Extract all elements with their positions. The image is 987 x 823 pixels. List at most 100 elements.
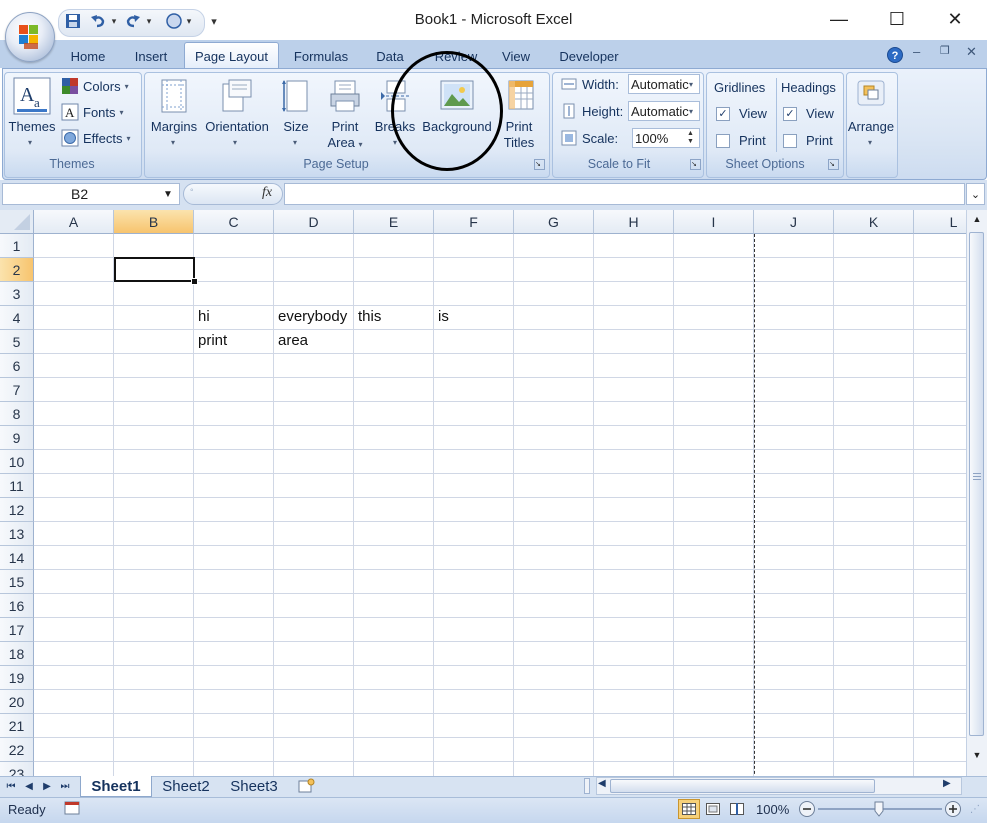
- print-area-button[interactable]: [328, 78, 362, 114]
- row-header-13[interactable]: 13: [0, 522, 34, 546]
- column-header-K[interactable]: K: [834, 210, 914, 234]
- zoom-out-button[interactable]: [798, 800, 816, 818]
- cell-D4[interactable]: everybody: [278, 308, 347, 325]
- page-setup-dialog-launcher[interactable]: ↘: [534, 159, 545, 170]
- column-header-D[interactable]: D: [274, 210, 354, 234]
- column-header-F[interactable]: F: [434, 210, 514, 234]
- width-select[interactable]: Automatic ▾: [628, 74, 700, 94]
- print-area-label[interactable]: Print Area ▾: [322, 119, 368, 153]
- formula-bar-grip-icon[interactable]: ◦: [190, 185, 194, 196]
- sheet-tab-sheet2[interactable]: Sheet2: [156, 776, 216, 796]
- background-label[interactable]: Background: [420, 119, 494, 135]
- row-header-23[interactable]: 23: [0, 762, 34, 776]
- tab-home[interactable]: Home: [62, 45, 114, 67]
- maximize-button[interactable]: ☐: [875, 6, 919, 32]
- column-header-G[interactable]: G: [514, 210, 594, 234]
- column-header-E[interactable]: E: [354, 210, 434, 234]
- first-sheet-button[interactable]: ⏮: [4, 777, 18, 795]
- row-header-8[interactable]: 8: [0, 402, 34, 426]
- tab-view[interactable]: View: [496, 45, 536, 67]
- vertical-scrollbar[interactable]: ▲ ▼: [966, 210, 987, 776]
- scale-spinner[interactable]: 100% ▲ ▼: [632, 128, 700, 148]
- formula-input[interactable]: [284, 183, 965, 205]
- column-header-L[interactable]: L: [914, 210, 966, 234]
- row-header-6[interactable]: 6: [0, 354, 34, 378]
- arrange-button[interactable]: [855, 78, 887, 108]
- cell-F4[interactable]: is: [438, 308, 449, 325]
- sheet-tab-sheet1[interactable]: Sheet1: [80, 776, 152, 797]
- row-header-5[interactable]: 5: [0, 330, 34, 354]
- column-header-A[interactable]: A: [34, 210, 114, 234]
- row-header-19[interactable]: 19: [0, 666, 34, 690]
- worksheet-grid[interactable]: ABCDEFGHIJKL 1 2 3 4 5 6 7 8 9 10 11 12 13 14 15 16 17 18…: [0, 210, 966, 776]
- minimize-button[interactable]: —: [817, 6, 861, 32]
- fonts-button[interactable]: A Fonts ▾: [61, 102, 135, 122]
- row-header-1[interactable]: 1: [0, 234, 34, 258]
- colors-button[interactable]: Colors ▾: [61, 76, 135, 96]
- tab-data[interactable]: Data: [370, 45, 410, 67]
- print-titles-label[interactable]: Print Titles: [498, 119, 540, 151]
- orientation-label[interactable]: Orientation: [202, 119, 272, 135]
- tab-split-handle[interactable]: [584, 778, 590, 794]
- row-header-12[interactable]: 12: [0, 498, 34, 522]
- ribbon-minimize-button[interactable]: –: [913, 44, 929, 62]
- margins-button[interactable]: [158, 78, 190, 114]
- row-header-4[interactable]: 4: [0, 306, 34, 330]
- fill-handle[interactable]: [191, 278, 198, 285]
- scroll-left-icon[interactable]: ◀: [598, 778, 606, 789]
- scroll-down-icon[interactable]: ▼: [970, 750, 984, 764]
- row-header-2[interactable]: 2: [0, 258, 34, 282]
- tab-insert[interactable]: Insert: [128, 45, 174, 67]
- row-header-20[interactable]: 20: [0, 690, 34, 714]
- row-header-21[interactable]: 21: [0, 714, 34, 738]
- cell-E4[interactable]: this: [358, 308, 381, 325]
- close-button[interactable]: ✕: [933, 6, 977, 32]
- resize-grip-icon[interactable]: ⋰: [970, 804, 980, 815]
- zoom-in-button[interactable]: [944, 800, 962, 818]
- breaks-button[interactable]: [378, 78, 412, 114]
- height-select[interactable]: Automatic ▾: [628, 101, 700, 121]
- ribbon-restore-button[interactable]: ❐: [940, 44, 956, 62]
- insert-function-button[interactable]: fx: [262, 185, 272, 201]
- print-titles-button[interactable]: [502, 78, 536, 114]
- row-header-7[interactable]: 7: [0, 378, 34, 402]
- row-header-14[interactable]: 14: [0, 546, 34, 570]
- expand-formula-bar-button[interactable]: ⌄: [966, 183, 985, 205]
- row-header-11[interactable]: 11: [0, 474, 34, 498]
- sheet-tab-sheet3[interactable]: Sheet3: [224, 776, 284, 796]
- vertical-scroll-thumb[interactable]: [969, 232, 984, 736]
- column-header-H[interactable]: H: [594, 210, 674, 234]
- cell-C4[interactable]: hi: [198, 308, 210, 325]
- headings-print-checkbox[interactable]: Print: [783, 133, 833, 148]
- tab-review[interactable]: Review: [428, 45, 484, 67]
- column-header-B[interactable]: B: [114, 210, 194, 234]
- scroll-up-icon[interactable]: ▲: [970, 214, 984, 228]
- gridlines-print-checkbox[interactable]: Print: [716, 133, 766, 148]
- row-header-15[interactable]: 15: [0, 570, 34, 594]
- scroll-right-icon[interactable]: ▶: [943, 778, 951, 789]
- help-button[interactable]: ?: [886, 46, 904, 64]
- next-sheet-button[interactable]: ▶: [40, 777, 54, 795]
- workbook-close-button[interactable]: ✕: [966, 44, 982, 62]
- page-layout-view-button[interactable]: [702, 799, 724, 819]
- last-sheet-button[interactable]: ⏭: [58, 777, 72, 795]
- size-button[interactable]: [280, 78, 312, 114]
- column-header-I[interactable]: I: [674, 210, 754, 234]
- zoom-slider-thumb[interactable]: [874, 801, 884, 817]
- name-box-dropdown-icon[interactable]: ▼: [163, 189, 173, 200]
- active-cell-B2[interactable]: [114, 257, 195, 282]
- row-header-9[interactable]: 9: [0, 426, 34, 450]
- margins-label[interactable]: Margins: [146, 119, 202, 135]
- macro-record-button[interactable]: [64, 800, 80, 816]
- select-all-button[interactable]: [0, 210, 34, 234]
- themes-button[interactable]: Aa: [12, 76, 52, 116]
- row-header-10[interactable]: 10: [0, 450, 34, 474]
- themes-label[interactable]: Themes: [6, 119, 58, 135]
- scale-spin-arrows-icon[interactable]: ▲ ▼: [687, 130, 694, 146]
- normal-view-button[interactable]: [678, 799, 700, 819]
- tab-page-layout[interactable]: Page Layout: [184, 42, 279, 70]
- tab-developer[interactable]: Developer: [552, 45, 626, 67]
- headings-view-checkbox[interactable]: ✓ View: [783, 106, 834, 121]
- tab-formulas[interactable]: Formulas: [288, 45, 354, 67]
- row-header-3[interactable]: 3: [0, 282, 34, 306]
